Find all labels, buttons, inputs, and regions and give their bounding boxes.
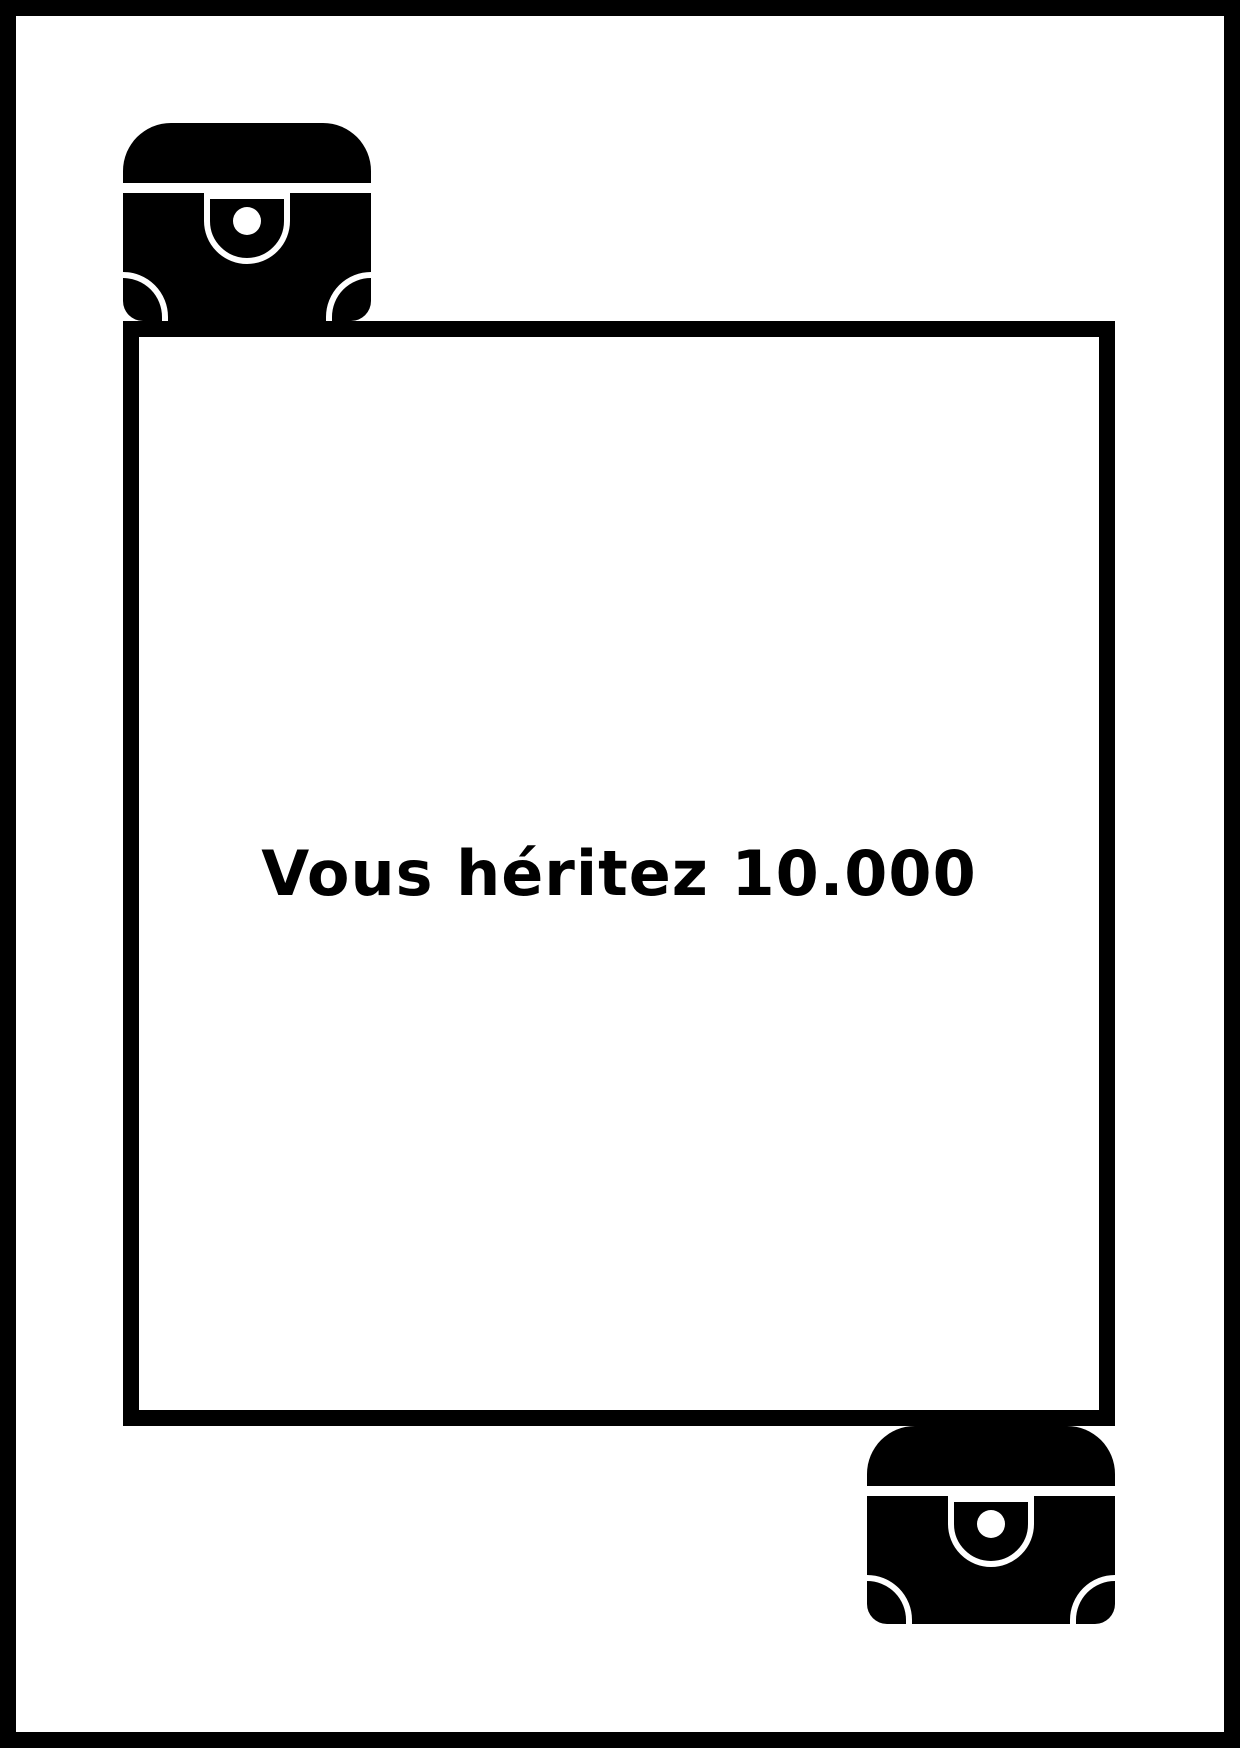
card-text: Vous héritez 10.000	[261, 837, 977, 910]
treasure-chest-icon	[123, 123, 371, 321]
treasure-chest-icon	[867, 1426, 1115, 1624]
